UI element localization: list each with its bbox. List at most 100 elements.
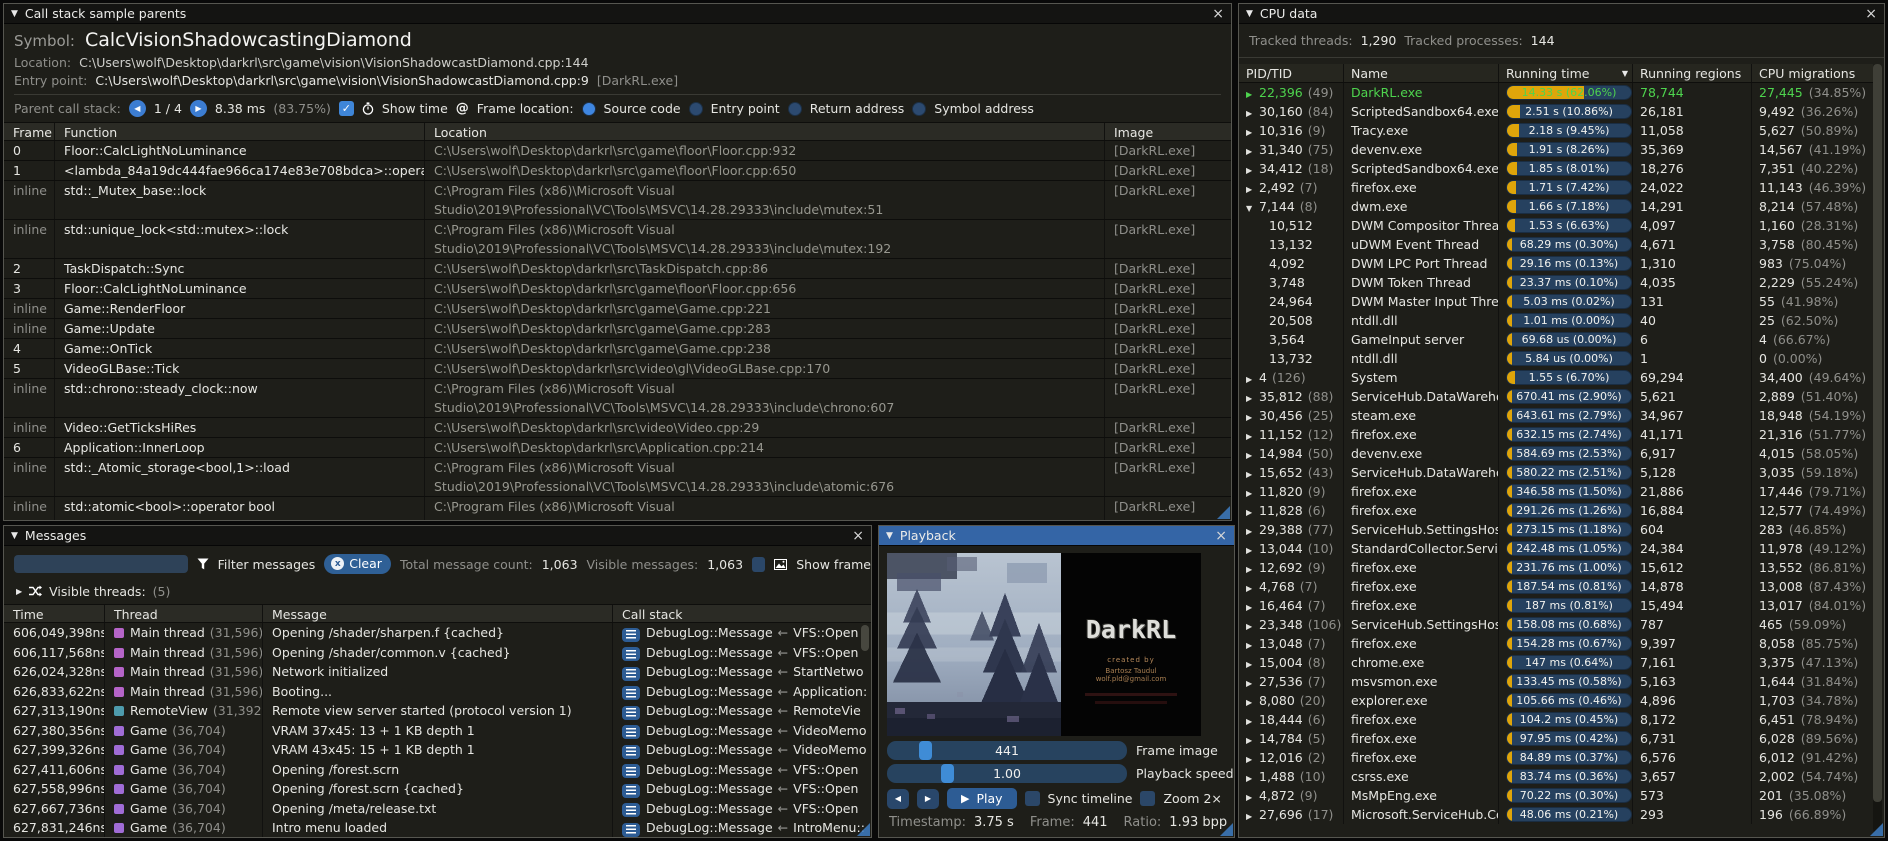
expand-toggle-icon[interactable]: ▶ bbox=[1246, 655, 1259, 672]
cpu-row[interactable]: ▶35,812(88)ServiceHub.DataWarehou670.41 … bbox=[1239, 387, 1873, 406]
callstack-function[interactable]: DebugLog::Message bbox=[646, 801, 773, 816]
expand-toggle-icon[interactable]: ▶ bbox=[1246, 769, 1259, 786]
close-icon[interactable]: × bbox=[1212, 7, 1224, 21]
close-icon[interactable]: × bbox=[1215, 529, 1227, 543]
prev-callstack-button[interactable]: ◀ bbox=[129, 100, 146, 117]
callstack-frame-row[interactable]: 0Floor::CalcLightNoLuminanceC:\Users\wol… bbox=[4, 141, 1231, 161]
collapse-icon[interactable]: ▼ bbox=[11, 9, 18, 19]
cpu-row[interactable]: ▶4,768(7)firefox.exe187.54 ms (0.81%)14,… bbox=[1239, 577, 1873, 596]
callstack-frame-row[interactable]: inlinestd::_Atomic_storage<bool,1>::load… bbox=[4, 458, 1231, 497]
cpu-row[interactable]: ▶11,820(9)firefox.exe346.58 ms (1.50%)21… bbox=[1239, 482, 1873, 501]
expand-toggle-icon[interactable]: ▶ bbox=[1246, 85, 1259, 102]
expand-toggle-icon[interactable]: ▶ bbox=[1246, 389, 1259, 406]
expand-toggle-icon[interactable]: ▶ bbox=[1246, 617, 1259, 634]
expand-toggle-icon[interactable]: ▶ bbox=[1246, 579, 1259, 596]
cpu-row[interactable]: ▶14,784(5)firefox.exe97.95 ms (0.42%)6,7… bbox=[1239, 729, 1873, 748]
callstack-list-icon[interactable] bbox=[622, 803, 640, 817]
message-time-cell[interactable]: 627,558,996ns bbox=[4, 779, 104, 799]
cpu-row[interactable]: ▶2,492(7)firefox.exe1.71 s (7.42%)24,022… bbox=[1239, 178, 1873, 197]
cpu-row[interactable]: ▶34,412(18)ScriptedSandbox64.exe1.85 s (… bbox=[1239, 159, 1873, 178]
callstack-frame-row[interactable]: inlineVideo::GetTicksHiResC:\Users\wolf\… bbox=[4, 418, 1231, 438]
cpu-row[interactable]: ▶14,984(50)devenv.exe584.69 ms (2.53%)6,… bbox=[1239, 444, 1873, 463]
cpu-row[interactable]: 3,564GameInput server69.68 us (0.00%)64(… bbox=[1239, 330, 1873, 349]
cpu-row[interactable]: 24,964DWM Master Input Threa5.03 ms (0.0… bbox=[1239, 292, 1873, 311]
cpu-row[interactable]: ▶4(126)System1.55 s (6.70%)69,29434,400(… bbox=[1239, 368, 1873, 387]
radio-entry-point[interactable] bbox=[689, 102, 703, 116]
cpu-row[interactable]: ▶1,488(10)csrss.exe83.74 ms (0.36%)3,657… bbox=[1239, 767, 1873, 786]
radio-entry-point-label[interactable]: Entry point bbox=[711, 101, 780, 116]
visible-threads-label[interactable]: Visible threads: bbox=[49, 584, 146, 599]
expand-toggle-icon[interactable]: ▶ bbox=[1246, 484, 1259, 501]
expand-toggle-icon[interactable]: ▶ bbox=[1246, 370, 1259, 387]
collapse-icon[interactable]: ▼ bbox=[1246, 9, 1253, 19]
expand-toggle-icon[interactable]: ▶ bbox=[1246, 807, 1259, 824]
expand-toggle-icon[interactable]: ▶ bbox=[1246, 541, 1259, 558]
message-time-cell[interactable]: 606,049,398ns bbox=[4, 623, 104, 643]
radio-source-code-label[interactable]: Source code bbox=[604, 101, 681, 116]
callstack-frame-row[interactable]: inlinestd::unique_lock<std::mutex>::lock… bbox=[4, 220, 1231, 259]
cpu-row[interactable]: ▶23,348(106)ServiceHub.SettingsHost158.0… bbox=[1239, 615, 1873, 634]
show-time-checkbox[interactable]: ✓ bbox=[339, 101, 354, 116]
col-function[interactable]: Function bbox=[54, 123, 424, 140]
callstack-caller[interactable]: VFS::Open bbox=[793, 645, 858, 660]
step-forward-button[interactable]: ▶ bbox=[917, 789, 939, 809]
expand-toggle-icon[interactable]: ▶ bbox=[1246, 560, 1259, 577]
show-frame-checkbox[interactable] bbox=[752, 557, 765, 572]
cpu-row[interactable]: ▶22,396(49)DarkRL.exe14.33 s (62.06%)78,… bbox=[1239, 83, 1873, 102]
callstack-caller[interactable]: Application: bbox=[793, 684, 867, 699]
callstack-function[interactable]: DebugLog::Message bbox=[646, 723, 773, 738]
resize-grip[interactable] bbox=[1870, 823, 1883, 836]
expand-toggle-icon[interactable]: ▶ bbox=[1246, 674, 1259, 691]
callstack-caller[interactable]: StartNetwo bbox=[793, 664, 863, 679]
callstack-function[interactable]: DebugLog::Message bbox=[646, 762, 773, 777]
callstack-caller[interactable]: VideoMemo bbox=[793, 742, 866, 757]
message-time-cell[interactable]: 627,380,356ns bbox=[4, 721, 104, 741]
callstack-frame-row[interactable]: 2TaskDispatch::SyncC:\Users\wolf\Desktop… bbox=[4, 259, 1231, 279]
callstack-list-icon[interactable] bbox=[622, 745, 640, 759]
cpu-row[interactable]: ▶30,160(84)ScriptedSandbox64.exe2.51 s (… bbox=[1239, 102, 1873, 121]
expand-toggle-icon[interactable]: ▶ bbox=[1246, 465, 1259, 482]
callstack-list-icon[interactable] bbox=[622, 647, 640, 661]
cpu-row[interactable]: 13,732ntdll.dll5.84 us (0.00%)10(0.00%) bbox=[1239, 349, 1873, 368]
message-time-cell[interactable]: 627,831,246ns bbox=[4, 818, 104, 837]
col-thread[interactable]: Thread bbox=[104, 605, 262, 622]
message-time-cell[interactable]: 626,024,328ns bbox=[4, 662, 104, 682]
clear-button[interactable]: x Clear bbox=[324, 554, 391, 574]
next-callstack-button[interactable]: ▶ bbox=[190, 100, 207, 117]
callstack-caller[interactable]: VFS::Open bbox=[793, 801, 858, 816]
message-time-cell[interactable]: 627,313,190ns bbox=[4, 701, 104, 721]
cpu-row[interactable]: ▶12,692(9)firefox.exe231.76 ms (1.00%)15… bbox=[1239, 558, 1873, 577]
callstack-list-icon[interactable] bbox=[622, 706, 640, 720]
expand-toggle-icon[interactable]: ▶ bbox=[1246, 427, 1259, 444]
callstack-list-icon[interactable] bbox=[622, 784, 640, 798]
cpu-row[interactable]: ▶11,152(12)firefox.exe632.15 ms (2.74%)4… bbox=[1239, 425, 1873, 444]
expand-toggle-icon[interactable]: ▶ bbox=[1246, 712, 1259, 729]
cpu-row[interactable]: 10,512DWM Compositor Thread1.53 s (6.63%… bbox=[1239, 216, 1873, 235]
zoom-2x-checkbox[interactable] bbox=[1140, 791, 1155, 806]
expand-toggle-icon[interactable]: ▶ bbox=[1246, 693, 1259, 710]
entry-point-value[interactable]: C:\Users\wolf\Desktop\darkrl\src\game\vi… bbox=[95, 73, 589, 88]
callstack-function[interactable]: DebugLog::Message bbox=[646, 625, 773, 640]
cpu-row[interactable]: ▶13,044(10)StandardCollector.Servic242.4… bbox=[1239, 539, 1873, 558]
callstack-function[interactable]: DebugLog::Message bbox=[646, 703, 773, 718]
col-callstack[interactable]: Call stack bbox=[612, 605, 871, 622]
filter-input[interactable] bbox=[14, 555, 188, 573]
cpu-row[interactable]: ▶30,456(25)steam.exe643.61 ms (2.79%)34,… bbox=[1239, 406, 1873, 425]
expand-toggle-icon[interactable]: ▶ bbox=[1246, 598, 1259, 615]
callstack-frame-row[interactable]: 4Game::OnTickC:\Users\wolf\Desktop\darkr… bbox=[4, 339, 1231, 359]
collapse-icon[interactable]: ▼ bbox=[886, 531, 893, 541]
callstack-list-icon[interactable] bbox=[622, 725, 640, 739]
callstack-frame-row[interactable]: 6Application::InnerLoopC:\Users\wolf\Des… bbox=[4, 438, 1231, 458]
cpu-row[interactable]: 13,132uDWM Event Thread68.29 ms (0.30%)4… bbox=[1239, 235, 1873, 254]
radio-symbol-address[interactable] bbox=[912, 102, 926, 116]
play-button[interactable]: ▶ Play bbox=[947, 788, 1017, 809]
expand-threads-icon[interactable]: ▶ bbox=[16, 587, 22, 596]
cpu-row[interactable]: ▶11,828(6)firefox.exe291.26 ms (1.26%)16… bbox=[1239, 501, 1873, 520]
col-message[interactable]: Message bbox=[262, 605, 612, 622]
callstack-function[interactable]: DebugLog::Message bbox=[646, 664, 773, 679]
cpu-row[interactable]: ▶15,652(43)ServiceHub.DataWarehou580.22 … bbox=[1239, 463, 1873, 482]
playback-speed-slider[interactable]: 1.00 bbox=[887, 764, 1127, 783]
radio-return-address[interactable] bbox=[788, 102, 802, 116]
expand-toggle-icon[interactable]: ▶ bbox=[1246, 123, 1259, 140]
expand-toggle-icon[interactable]: ▶ bbox=[1246, 180, 1259, 197]
